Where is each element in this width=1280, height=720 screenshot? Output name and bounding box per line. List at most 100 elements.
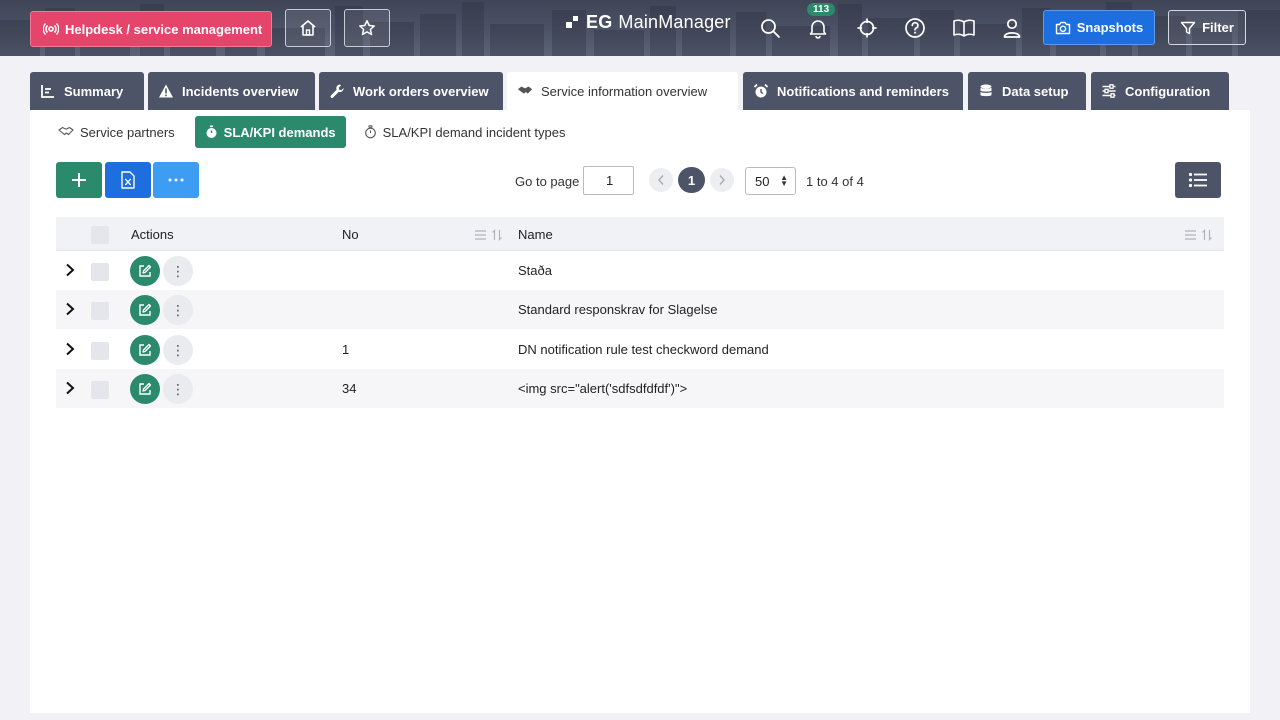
select-all-checkbox[interactable]: [91, 226, 109, 244]
edit-button[interactable]: [130, 335, 160, 365]
tab-notifications-label: Notifications and reminders: [777, 83, 949, 99]
table-row[interactable]: ⋮ 1 DN notification rule test checkword …: [56, 330, 1224, 369]
tab-service-information-overview[interactable]: Service information overview: [507, 72, 738, 110]
tab-configuration-label: Configuration: [1125, 83, 1211, 99]
tab-notifications-reminders[interactable]: Notifications and reminders: [743, 72, 963, 110]
warning-icon: [159, 84, 173, 98]
edit-button[interactable]: [130, 295, 160, 325]
chart-bar-icon: [41, 85, 54, 98]
chevron-right-icon[interactable]: [64, 301, 76, 317]
camera-icon: [1055, 21, 1070, 34]
user-profile-button[interactable]: [998, 14, 1026, 42]
column-no-controls[interactable]: [474, 229, 503, 241]
help-icon: [905, 18, 925, 38]
prev-page-button[interactable]: [649, 168, 673, 192]
favorites-button[interactable]: [344, 9, 390, 47]
alarm-clock-icon: [753, 83, 769, 98]
subtab-sla-kpi-incident-types[interactable]: SLA/KPI demand incident types: [354, 116, 576, 148]
tab-work-orders-overview[interactable]: Work orders overview: [319, 72, 503, 110]
subtab-service-partners-label: Service partners: [80, 124, 175, 140]
row-checkbox[interactable]: [91, 302, 109, 320]
user-icon: [1003, 18, 1021, 38]
star-icon: [359, 20, 375, 36]
row-more-button[interactable]: ⋮: [163, 256, 193, 286]
tab-summary-label: Summary: [64, 83, 124, 99]
column-header-name[interactable]: Name: [518, 227, 553, 242]
home-button[interactable]: [285, 9, 331, 47]
add-button[interactable]: [56, 162, 102, 198]
tab-summary[interactable]: Summary: [30, 72, 144, 110]
row-checkbox[interactable]: [91, 342, 109, 360]
sort-caret-icon: ▲ ▼: [780, 173, 788, 188]
next-page-button[interactable]: [710, 168, 734, 192]
row-checkbox[interactable]: [91, 381, 109, 399]
search-icon: [761, 19, 780, 38]
tab-configuration[interactable]: Configuration: [1091, 72, 1229, 110]
stopwatch-icon: [206, 125, 217, 138]
table-row[interactable]: ⋮ Standard responskrav for Slagelse: [56, 290, 1224, 329]
snapshots-label: Snapshots: [1076, 20, 1144, 35]
tab-service-information-label: Service information overview: [541, 83, 708, 99]
search-button[interactable]: [756, 14, 784, 42]
locate-button[interactable]: [853, 14, 881, 42]
chevron-left-icon: [658, 175, 664, 185]
broadcast-icon: [43, 23, 59, 35]
subtab-sla-kpi-demands-label: SLA/KPI demands: [223, 124, 336, 140]
notifications-count-badge: 113: [807, 3, 836, 16]
subtab-sla-kpi-demands[interactable]: SLA/KPI demands: [194, 116, 346, 148]
edit-icon: [139, 303, 152, 316]
column-header-no[interactable]: No: [342, 227, 359, 242]
help-button[interactable]: [901, 14, 929, 42]
table-row[interactable]: ⋮ Staða: [56, 251, 1224, 290]
table-row[interactable]: ⋮ 34 <img src="alert('sdfsdfdfdf')">: [56, 369, 1224, 408]
sort-icon: [492, 229, 502, 241]
chevron-right-icon[interactable]: [64, 262, 76, 278]
table-header: Actions No Name: [56, 217, 1224, 251]
kebab-icon: ⋮: [171, 301, 185, 318]
page-size-select[interactable]: 50 ▲ ▼: [745, 167, 796, 195]
cell-no: 1: [342, 342, 350, 357]
goto-page-input[interactable]: 1: [583, 166, 634, 195]
list-icon: [1188, 172, 1207, 188]
plus-icon: [72, 173, 86, 187]
page-size-value: 50: [755, 173, 770, 189]
row-checkbox[interactable]: [91, 263, 109, 281]
app-switcher-label: Helpdesk / service management: [65, 21, 263, 37]
eg-mark-icon: [566, 15, 580, 30]
row-more-button[interactable]: ⋮: [163, 295, 193, 325]
stopwatch-icon: [364, 125, 376, 139]
cell-name: Standard responskrav for Slagelse: [518, 302, 718, 317]
app-switcher-button[interactable]: Helpdesk / service management: [30, 11, 272, 47]
chevron-right-icon[interactable]: [64, 341, 76, 357]
column-menu-icon: [1185, 230, 1196, 240]
filter-label: Filter: [1202, 20, 1234, 35]
export-excel-button[interactable]: [105, 162, 151, 198]
sliders-icon: [1102, 84, 1116, 98]
subtab-sla-kpi-incident-types-label: SLA/KPI demand incident types: [382, 124, 566, 140]
tab-data-setup[interactable]: Data setup: [968, 72, 1086, 110]
crosshair-icon: [857, 18, 877, 38]
row-more-button[interactable]: ⋮: [163, 374, 193, 404]
subtab-service-partners[interactable]: Service partners: [48, 116, 185, 148]
tab-incidents-overview[interactable]: Incidents overview: [148, 72, 315, 110]
filter-button[interactable]: Filter: [1168, 10, 1246, 45]
current-page-indicator[interactable]: 1: [678, 167, 705, 193]
chevron-right-icon[interactable]: [64, 380, 76, 396]
more-actions-button[interactable]: [153, 162, 199, 198]
row-more-button[interactable]: ⋮: [163, 335, 193, 365]
brand-prefix: EG: [586, 12, 613, 32]
edit-button[interactable]: [130, 374, 160, 404]
notifications-button[interactable]: [804, 14, 832, 42]
cell-no: 34: [342, 381, 357, 396]
cell-name: Staða: [518, 263, 552, 278]
excel-file-icon: [121, 171, 135, 189]
snapshots-button[interactable]: Snapshots: [1043, 10, 1155, 45]
column-name-controls[interactable]: [1184, 229, 1213, 241]
edit-button[interactable]: [130, 256, 160, 286]
cell-name: <img src="alert('sdfsdfdfdf')">: [518, 381, 688, 396]
chevron-right-icon: [719, 175, 725, 185]
manual-button[interactable]: [950, 14, 978, 42]
tab-work-orders-label: Work orders overview: [353, 83, 489, 99]
column-chooser-button[interactable]: [1175, 162, 1221, 198]
kebab-icon: ⋮: [171, 262, 185, 279]
